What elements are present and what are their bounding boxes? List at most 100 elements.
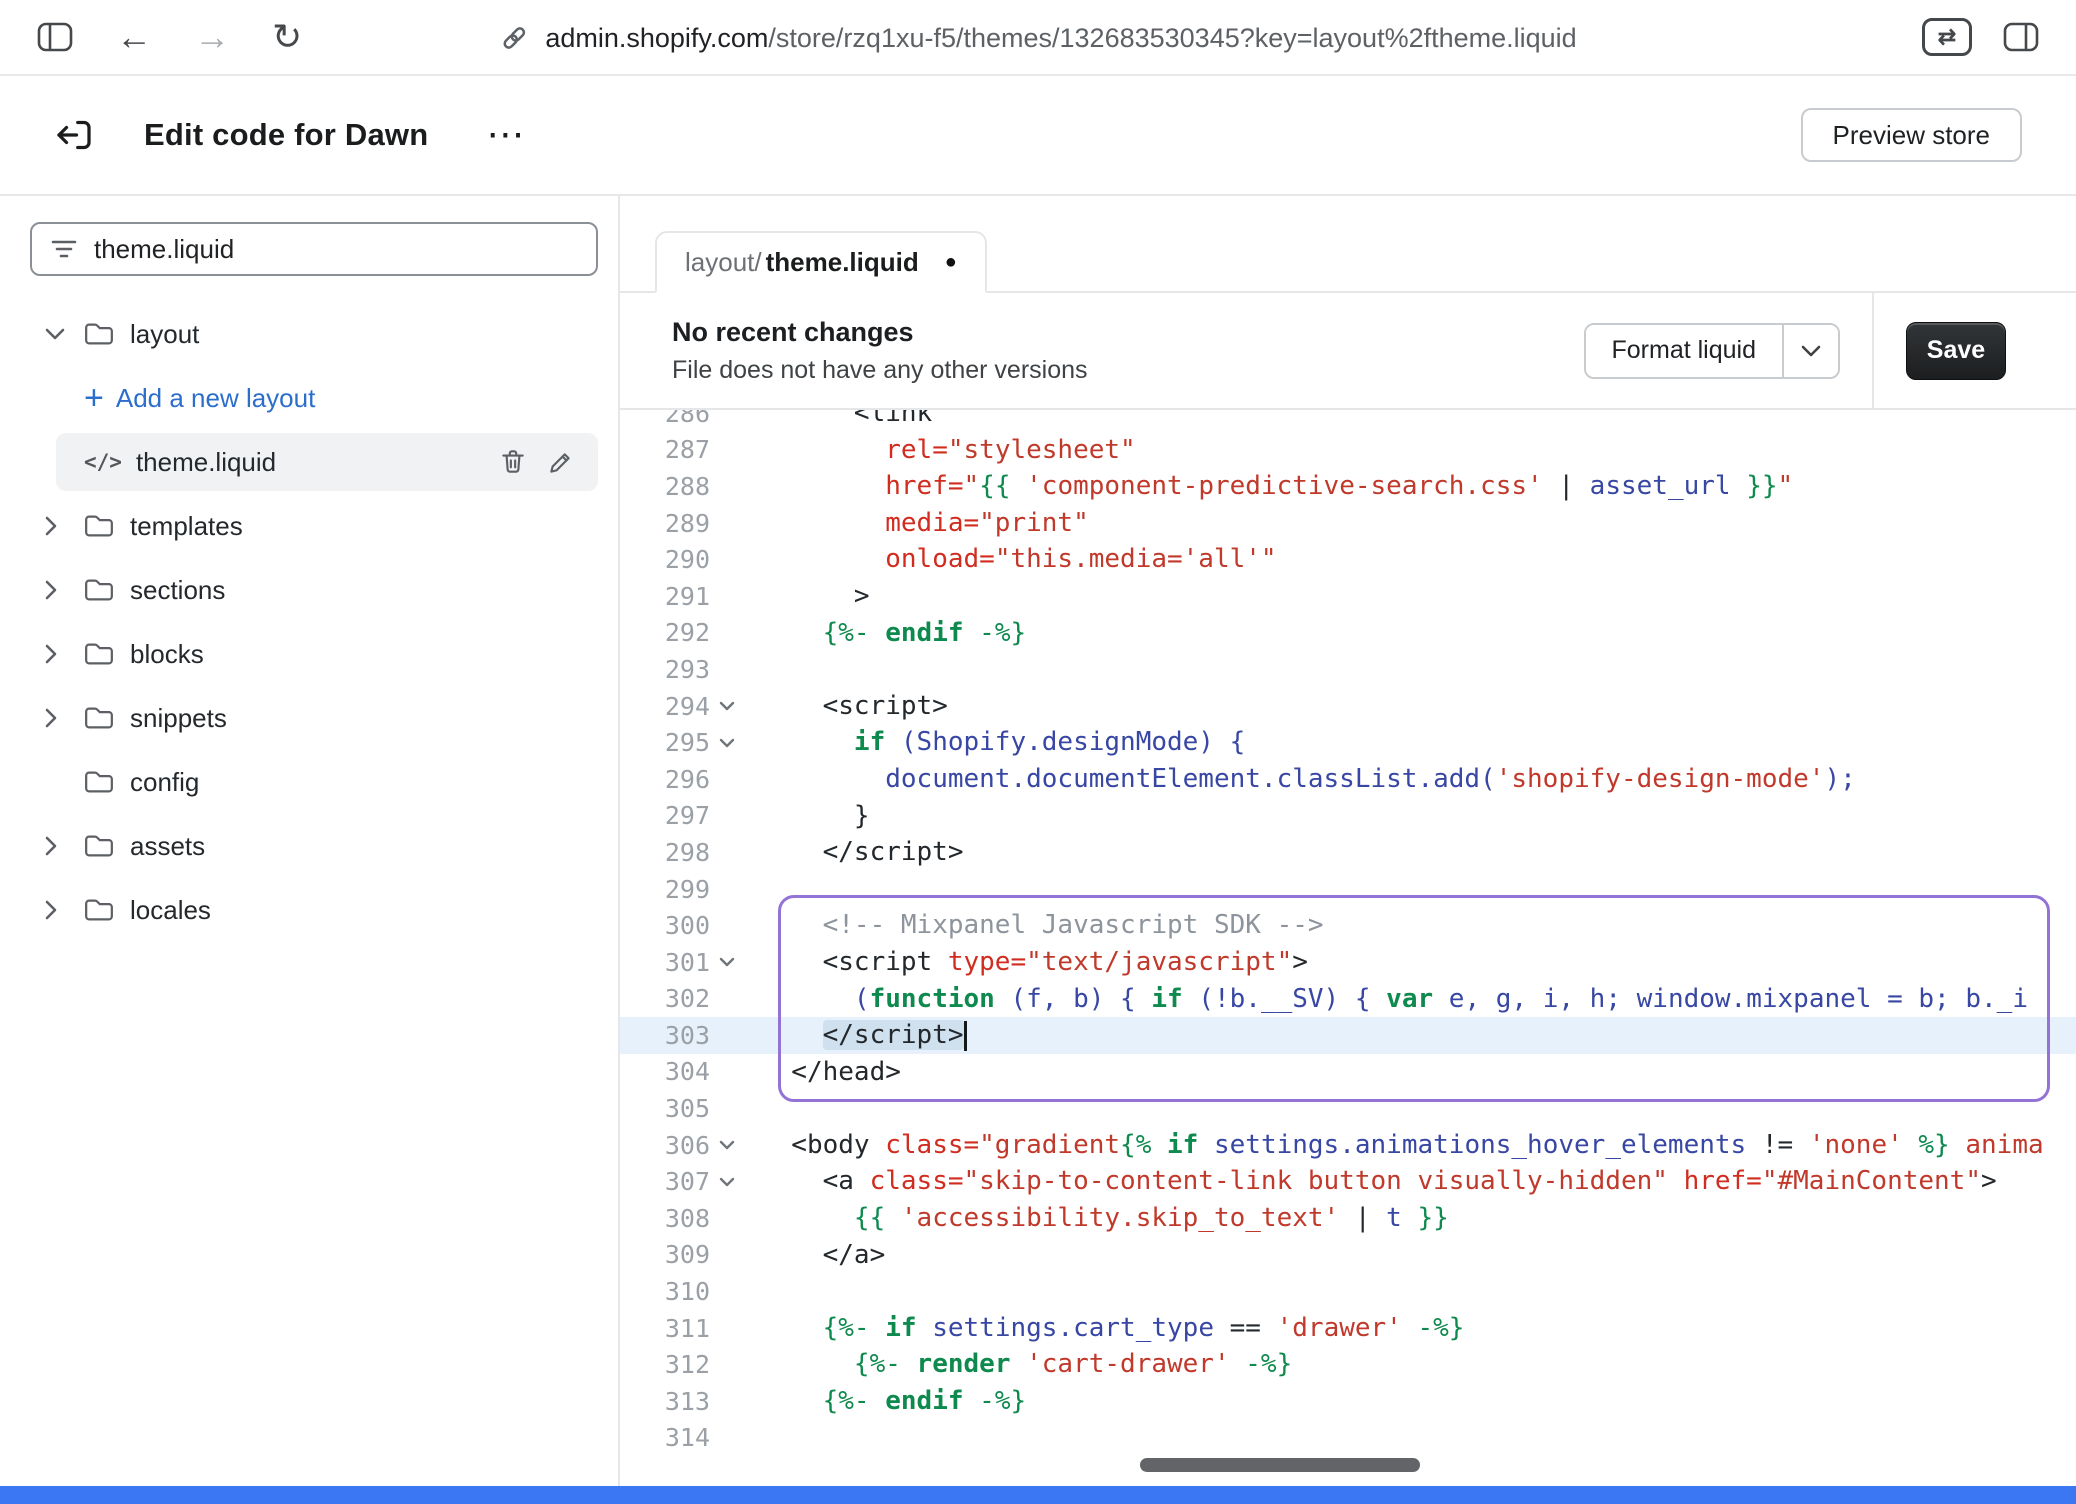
code-line-291[interactable]: 291 > [620, 578, 2076, 615]
sidebar-toggle-icon[interactable] [36, 20, 74, 54]
code-line-290[interactable]: 290 onload="this.media='all'" [620, 541, 2076, 578]
format-options-caret-button[interactable] [1784, 325, 1838, 377]
code-text[interactable]: media="print" [760, 505, 1089, 542]
sidebar-item-snippets[interactable]: snippets [0, 686, 618, 750]
fold-chevron-icon[interactable] [718, 1127, 744, 1164]
code-line-303[interactable]: 303 </script> [620, 1017, 2076, 1054]
sidebar-item-locales[interactable]: locales [0, 878, 618, 942]
fold-chevron-icon[interactable] [718, 944, 744, 981]
chevron-right-icon[interactable] [44, 707, 72, 729]
code-text[interactable]: } [760, 798, 870, 835]
sidebar-right-toggle-icon[interactable] [2002, 20, 2040, 54]
fold-slot [718, 651, 744, 688]
code-line-301[interactable]: 301 <script type="text/javascript"> [620, 944, 2076, 981]
code-line-286[interactable]: 286 <link [620, 410, 2076, 432]
horizontal-scrollbar-thumb[interactable] [1140, 1458, 1420, 1472]
chevron-right-icon[interactable] [44, 835, 72, 857]
sidebar-item-layout[interactable]: layout [0, 302, 618, 366]
preview-store-button[interactable]: Preview store [1801, 108, 2023, 162]
code-text[interactable]: <script type="text/javascript"> [760, 944, 1308, 981]
chevron-right-icon[interactable] [44, 579, 72, 601]
fold-chevron-icon[interactable] [718, 688, 744, 725]
sidebar-item-assets[interactable]: assets [0, 814, 618, 878]
code-line-307[interactable]: 307 <a class="skip-to-content-link butto… [620, 1163, 2076, 1200]
save-button[interactable]: Save [1906, 322, 2006, 380]
code-line-306[interactable]: 306 <body class="gradient{% if settings.… [620, 1127, 2076, 1164]
code-editor[interactable]: 286 <link287 rel="stylesheet"288 href="{… [620, 410, 2076, 1486]
format-liquid-button[interactable]: Format liquid [1586, 325, 1783, 377]
reload-icon[interactable]: ↻ [272, 19, 302, 55]
code-text[interactable]: <link [760, 410, 932, 432]
sidebar-item-theme-liquid[interactable]: </>theme.liquid [56, 433, 598, 491]
code-line-302[interactable]: 302 (function (f, b) { if (!b.__SV) { va… [620, 981, 2076, 1018]
code-text[interactable]: (function (f, b) { if (!b.__SV) { var e,… [760, 981, 2028, 1018]
code-text[interactable]: {%- endif -%} [760, 1383, 1026, 1420]
code-line-293[interactable]: 293 [620, 651, 2076, 688]
code-line-310[interactable]: 310 [620, 1273, 2076, 1310]
code-text[interactable]: {%- if settings.cart_type == 'drawer' -%… [760, 1310, 1464, 1347]
back-icon[interactable]: ← [116, 19, 152, 55]
chevron-down-icon[interactable] [44, 327, 72, 341]
line-number: 298 [665, 838, 710, 867]
exit-icon[interactable] [54, 115, 94, 155]
code-line-297[interactable]: 297 } [620, 798, 2076, 835]
code-text[interactable]: rel="stylesheet" [760, 432, 1136, 469]
more-actions-button[interactable]: ⋯ [486, 116, 527, 154]
code-line-296[interactable]: 296 document.documentElement.classList.a… [620, 761, 2076, 798]
address-bar[interactable]: admin.shopify.com/store/rzq1xu-f5/themes… [499, 0, 1576, 76]
code-line-308[interactable]: 308 {{ 'accessibility.skip_to_text' | t … [620, 1200, 2076, 1237]
tab-theme-liquid[interactable]: layout/theme.liquid ● [655, 231, 987, 293]
code-text[interactable]: <!-- Mixpanel Javascript SDK --> [760, 907, 1324, 944]
chevron-right-icon[interactable] [44, 899, 72, 921]
code-text[interactable]: {%- endif -%} [760, 615, 1026, 652]
gutter: 298 [620, 834, 760, 871]
sidebar-item-config[interactable]: config [0, 750, 618, 814]
code-line-311[interactable]: 311 {%- if settings.cart_type == 'drawer… [620, 1310, 2076, 1347]
sidebar-item-templates[interactable]: templates [0, 494, 618, 558]
chevron-right-icon[interactable] [44, 643, 72, 665]
code-text[interactable]: <a class="skip-to-content-link button vi… [760, 1163, 1997, 1200]
code-text[interactable]: if (Shopify.designMode) { [760, 724, 1245, 761]
editor-panel: layout/theme.liquid ● No recent changes … [620, 196, 2076, 1486]
code-text[interactable]: </head> [760, 1054, 901, 1091]
code-line-299[interactable]: 299 [620, 871, 2076, 908]
code-text[interactable]: </a> [760, 1237, 885, 1274]
code-text[interactable]: href="{{ 'component-predictive-search.cs… [760, 468, 1793, 505]
chevron-right-icon[interactable] [44, 515, 72, 537]
code-line-304[interactable]: 304 </head> [620, 1054, 2076, 1091]
code-line-313[interactable]: 313 {%- endif -%} [620, 1383, 2076, 1420]
sidebar-item-sections[interactable]: sections [0, 558, 618, 622]
code-line-295[interactable]: 295 if (Shopify.designMode) { [620, 724, 2076, 761]
code-line-298[interactable]: 298 </script> [620, 834, 2076, 871]
code-line-300[interactable]: 300 <!-- Mixpanel Javascript SDK --> [620, 907, 2076, 944]
code-text[interactable]: > [760, 578, 870, 615]
code-line-314[interactable]: 314 [620, 1420, 2076, 1457]
code-text[interactable]: <body class="gradient{% if settings.anim… [760, 1127, 2044, 1164]
code-line-287[interactable]: 287 rel="stylesheet" [620, 432, 2076, 469]
code-line-289[interactable]: 289 media="print" [620, 505, 2076, 542]
code-line-288[interactable]: 288 href="{{ 'component-predictive-searc… [620, 468, 2076, 505]
code-line-294[interactable]: 294 <script> [620, 688, 2076, 725]
file-search-box[interactable] [30, 222, 598, 276]
code-text[interactable]: </script> [760, 834, 964, 871]
tab-switcher-icon[interactable]: ⇄ [1922, 18, 1972, 56]
code-line-292[interactable]: 292 {%- endif -%} [620, 615, 2076, 652]
search-input[interactable] [94, 234, 534, 265]
code-line-312[interactable]: 312 {%- render 'cart-drawer' -%} [620, 1346, 2076, 1383]
delete-file-icon[interactable] [498, 447, 528, 477]
code-line-309[interactable]: 309 </a> [620, 1237, 2076, 1274]
code-text[interactable]: document.documentElement.classList.add('… [760, 761, 1856, 798]
sidebar-item-add-a-new-layout[interactable]: +Add a new layout [0, 366, 618, 430]
line-number: 287 [665, 435, 710, 464]
sidebar-item-blocks[interactable]: blocks [0, 622, 618, 686]
rename-file-icon[interactable] [546, 447, 576, 477]
fold-chevron-icon[interactable] [718, 1163, 744, 1200]
code-text[interactable]: {{ 'accessibility.skip_to_text' | t }} [760, 1200, 1449, 1237]
code-line-305[interactable]: 305 [620, 1090, 2076, 1127]
code-text[interactable]: onload="this.media='all'" [760, 541, 1277, 578]
code-text[interactable]: {%- render 'cart-drawer' -%} [760, 1346, 1292, 1383]
code-text[interactable]: </script> [760, 1017, 967, 1054]
fold-chevron-icon[interactable] [718, 724, 744, 761]
code-text[interactable]: <script> [760, 688, 948, 725]
forward-icon[interactable]: → [194, 19, 230, 55]
